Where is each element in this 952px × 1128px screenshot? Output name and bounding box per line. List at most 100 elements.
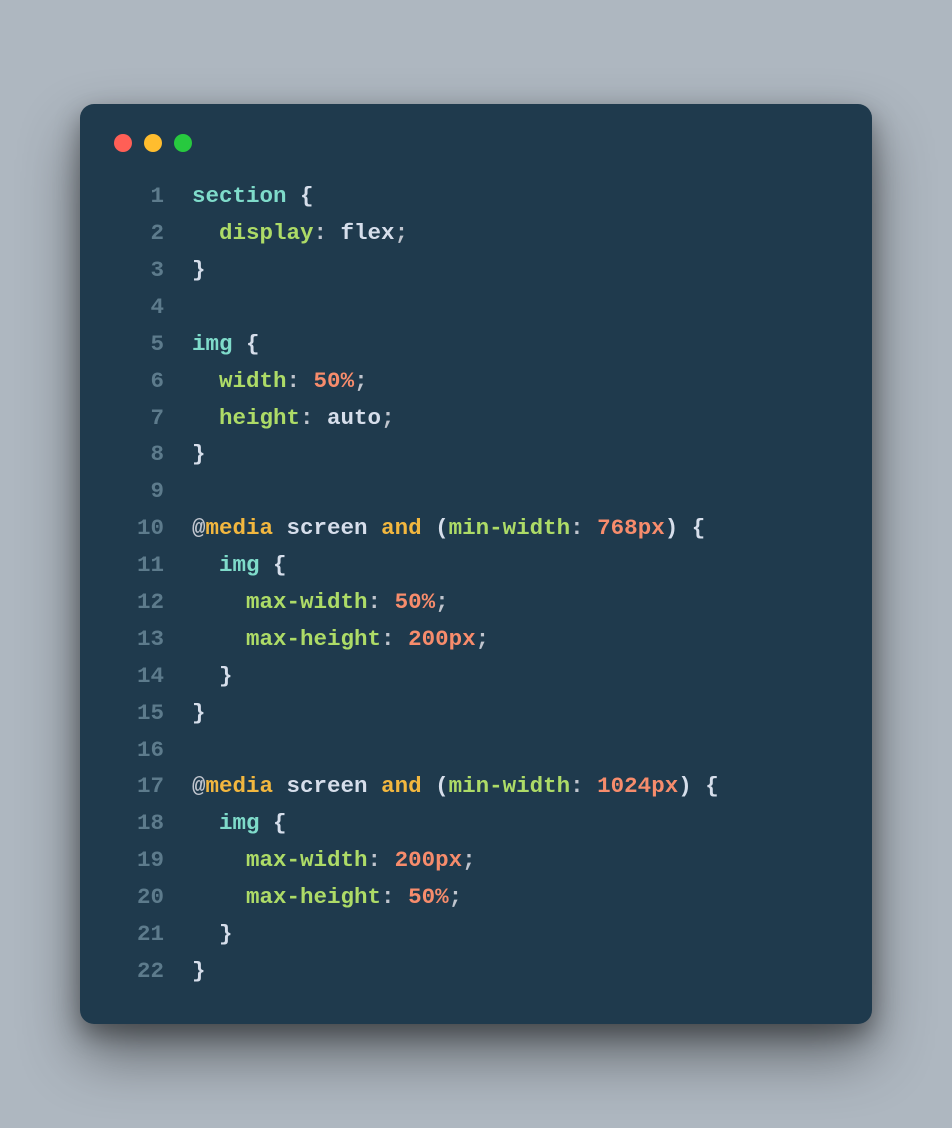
code-line: 12 max-width: 50%; [110, 584, 842, 621]
line-number: 7 [110, 400, 164, 437]
code-token: display [219, 215, 314, 252]
line-number: 20 [110, 879, 164, 916]
line-number: 9 [110, 473, 164, 510]
code-token: : [381, 621, 408, 658]
code-token: ; [395, 215, 409, 252]
code-token: } [192, 953, 206, 990]
code-token: 768 [597, 510, 638, 547]
code-token: { [273, 547, 287, 584]
line-number: 15 [110, 695, 164, 732]
code-line: 17@media screen and (min-width: 1024px) … [110, 768, 842, 805]
code-token [422, 768, 436, 805]
code-token: % [422, 584, 436, 621]
code-token [192, 879, 246, 916]
code-token: : [368, 584, 395, 621]
code-line: 9 [110, 473, 842, 510]
code-token: : [381, 879, 408, 916]
code-token: width [219, 363, 287, 400]
code-line: 20 max-height: 50%; [110, 879, 842, 916]
code-token: { [692, 768, 719, 805]
code-token: 50 [314, 363, 341, 400]
line-number: 3 [110, 252, 164, 289]
code-token: flex [341, 215, 395, 252]
code-token: ( [435, 510, 449, 547]
code-token [192, 215, 219, 252]
code-token [273, 510, 287, 547]
line-number: 22 [110, 953, 164, 990]
code-token: { [300, 178, 314, 215]
line-number: 16 [110, 732, 164, 769]
line-number: 11 [110, 547, 164, 584]
code-token: { [246, 326, 260, 363]
code-token: : [300, 400, 327, 437]
code-line: 19 max-width: 200px; [110, 842, 842, 879]
code-token: ; [435, 584, 449, 621]
code-token [368, 768, 382, 805]
code-token: @ [192, 510, 206, 547]
code-token: 50 [395, 584, 422, 621]
code-token: ; [462, 842, 476, 879]
code-token: img [219, 547, 273, 584]
code-token: } [192, 252, 206, 289]
code-token: min-width [449, 768, 571, 805]
code-token: img [192, 326, 246, 363]
line-number: 21 [110, 916, 164, 953]
code-token: { [678, 510, 705, 547]
minimize-icon[interactable] [144, 134, 162, 152]
code-line: 15} [110, 695, 842, 732]
code-line: 5 img { [110, 326, 842, 363]
code-token: } [192, 695, 206, 732]
code-token: } [219, 916, 233, 953]
code-line: 22} [110, 953, 842, 990]
code-line: 7 height: auto; [110, 400, 842, 437]
code-token [273, 768, 287, 805]
code-token: max-height [246, 879, 381, 916]
code-token: } [192, 436, 206, 473]
code-token: px [651, 768, 678, 805]
code-line: 14 } [110, 658, 842, 695]
code-line: 13 max-height: 200px; [110, 621, 842, 658]
code-token: % [341, 363, 355, 400]
line-number: 18 [110, 805, 164, 842]
code-token: : [570, 768, 597, 805]
code-token: 1024 [597, 768, 651, 805]
line-number: 2 [110, 215, 164, 252]
code-token: 50 [408, 879, 435, 916]
code-token: 200 [395, 842, 436, 879]
code-token: } [219, 658, 233, 695]
code-token: ; [476, 621, 490, 658]
code-token [192, 658, 219, 695]
code-token: section [192, 178, 300, 215]
code-token: ) [678, 768, 692, 805]
close-icon[interactable] [114, 134, 132, 152]
line-number: 10 [110, 510, 164, 547]
code-token [368, 510, 382, 547]
code-token: 200 [408, 621, 449, 658]
code-token [192, 621, 246, 658]
code-token: @ [192, 768, 206, 805]
code-token: px [435, 842, 462, 879]
code-line: 18 img { [110, 805, 842, 842]
code-token: screen [287, 510, 368, 547]
line-number: 1 [110, 178, 164, 215]
code-block: 1section {2 display: flex;3}45img {6 wid… [110, 178, 842, 990]
code-token: ( [435, 768, 449, 805]
code-token [192, 842, 246, 879]
code-line: 21 } [110, 916, 842, 953]
code-line: 3} [110, 252, 842, 289]
line-number: 12 [110, 584, 164, 621]
code-window: 1section {2 display: flex;3}45img {6 wid… [80, 104, 872, 1024]
code-token: and [381, 768, 422, 805]
line-number: 5 [110, 326, 164, 363]
code-token: : [314, 215, 341, 252]
line-number: 4 [110, 289, 164, 326]
zoom-icon[interactable] [174, 134, 192, 152]
code-token [192, 363, 219, 400]
window-controls [110, 134, 842, 152]
code-token: screen [287, 768, 368, 805]
line-number: 14 [110, 658, 164, 695]
code-token: : [570, 510, 597, 547]
code-token: ) [665, 510, 679, 547]
code-token [192, 400, 219, 437]
code-token: px [638, 510, 665, 547]
